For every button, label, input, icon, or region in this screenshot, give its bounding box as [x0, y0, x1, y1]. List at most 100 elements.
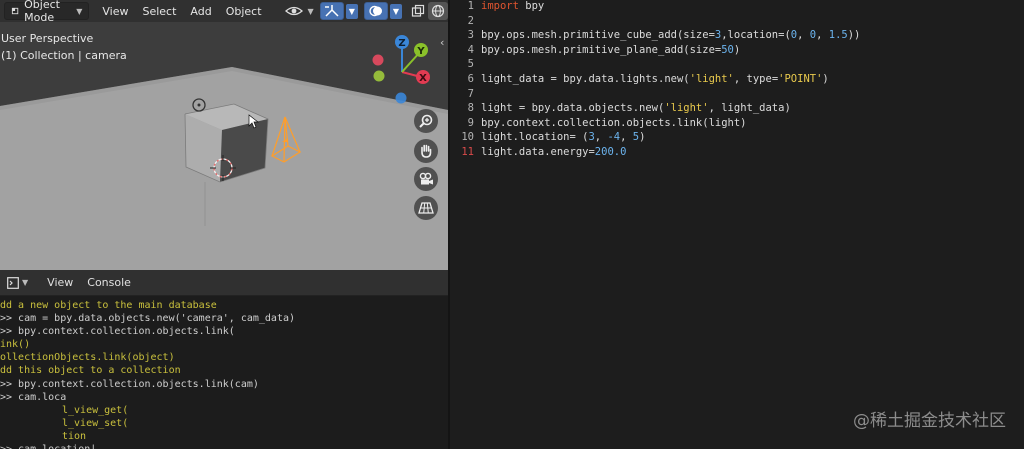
menu-add[interactable]: Add: [183, 5, 218, 18]
code-line[interactable]: 6 light_data = bpy.data.lights.new('light…: [450, 73, 1024, 87]
gizmo-y-label: Y: [416, 46, 425, 57]
console-line: >> bpy.context.collection.objects.link(c…: [0, 378, 259, 390]
code-token: ,location=(: [721, 29, 791, 42]
code-token: ,: [816, 29, 829, 42]
console-output[interactable]: dd a new object to the main database >> c…: [0, 296, 448, 449]
console-line: >> bpy.context.collection.objects.link(: [0, 326, 235, 338]
object-mode-icon: [11, 7, 19, 15]
line-number: 8: [467, 102, 474, 115]
code-token: import: [481, 0, 519, 12]
wireframe-shading-button[interactable]: [428, 2, 448, 20]
console-line: >> cam.loca: [0, 391, 67, 403]
code-token: bpy: [518, 0, 545, 12]
code-token: light_data = bpy.data.lights.new(: [481, 73, 690, 85]
hand-icon: [421, 144, 432, 158]
code-token: light.data.energy=: [481, 146, 595, 158]
code-line[interactable]: 8 light = bpy.data.objects.new('light', l…: [450, 102, 1024, 116]
overlay-toggle[interactable]: [363, 2, 388, 20]
menu-select[interactable]: Select: [135, 5, 183, 18]
gizmo-z-label: Z: [398, 38, 405, 49]
zoom-button[interactable]: [414, 109, 438, 133]
code-text: bpy.ops.mesh.primitive_plane_add(size=50…: [481, 44, 740, 56]
code-text: light_data = bpy.data.lights.new('light'…: [481, 73, 829, 85]
console-line: l_view_set(: [62, 417, 129, 429]
code-text: light.data.energy=200.0: [481, 146, 626, 158]
chevron-down-icon: ▼: [22, 278, 29, 287]
code-token: 200.0: [594, 146, 627, 158]
code-line[interactable]: 5: [450, 58, 1024, 72]
code-text: import bpy: [481, 0, 544, 12]
xray-toggle[interactable]: [408, 2, 428, 20]
chevron-down-icon: ▼: [307, 6, 314, 16]
overlay-icon: [369, 5, 382, 17]
console-menu-console[interactable]: Console: [87, 276, 131, 289]
viewport-header: Object Mode ▼ View Select Add Object ▼ ▼…: [0, 0, 448, 24]
menu-view[interactable]: View: [95, 5, 135, 18]
watermark: @稀土掘金技术社区: [853, 406, 1006, 431]
console-line: >> cam.location|: [0, 443, 448, 449]
code-line[interactable]: 3 bpy.ops.mesh.primitive_cube_add(size=3,…: [450, 29, 1024, 43]
code-line[interactable]: 9 bpy.context.collection.objects.link(lig…: [450, 117, 1024, 131]
code-text: bpy.context.collection.objects.link(ligh…: [481, 117, 747, 129]
python-console[interactable]: ▼ View Console dd a new object to the ma…: [0, 270, 448, 449]
active-object-label: (1) Collection | camera: [1, 49, 127, 62]
ortho-toggle-button[interactable]: [414, 196, 438, 220]
sidebar-toggle-icon[interactable]: ‹: [440, 36, 444, 49]
chevron-down-icon[interactable]: ▼: [389, 3, 402, 19]
code-token: light = bpy.data.objects.new(: [481, 102, 665, 115]
gizmo-toggle[interactable]: [319, 2, 344, 20]
line-number: 3: [467, 29, 474, 42]
pan-button[interactable]: [414, 139, 438, 163]
menu-object[interactable]: Object: [219, 5, 269, 18]
code-line[interactable]: 1 import bpy: [450, 0, 1024, 14]
line-number: 9: [467, 116, 474, 129]
line-number: 6: [467, 73, 474, 85]
visibility-toggle[interactable]: ▼: [283, 2, 316, 20]
chevron-down-icon[interactable]: ▼: [345, 3, 358, 19]
viewport-info: User Perspective (1) Collection | camera: [1, 30, 127, 64]
code-token: bpy.ops.mesh.primitive_cube_add(size=: [481, 29, 715, 42]
code-line[interactable]: 4 bpy.ops.mesh.primitive_plane_add(size=5…: [450, 44, 1024, 58]
code-token: , type=: [733, 73, 779, 85]
object-mode-label: Object Mode: [24, 0, 60, 24]
code-token: ): [733, 43, 741, 56]
console-menu-view[interactable]: View: [47, 276, 73, 289]
code-text: light = bpy.data.objects.new('light', li…: [481, 102, 791, 114]
watermark-text: @稀土掘金技术社区: [853, 411, 1006, 431]
line-number: 11: [461, 146, 474, 158]
code-text: bpy.ops.mesh.primitive_cube_add(size=3,l…: [481, 29, 860, 41]
grid-icon: [418, 202, 434, 214]
code-token: 'light': [664, 102, 709, 115]
code-token: -4: [607, 131, 621, 144]
wireframe-sphere-icon: [431, 4, 445, 18]
code-token: ): [822, 73, 829, 85]
console-line: dd this object to a collection: [0, 365, 181, 377]
line-number: 7: [467, 87, 474, 100]
text-editor[interactable]: 1 import bpy 2 3 bpy.ops.mesh.primitive_cube…: [450, 0, 1024, 449]
gizmo-neg-y[interactable]: [373, 70, 385, 82]
line-number: 1: [467, 0, 474, 12]
console-line: tion: [62, 430, 87, 442]
code-token: ,: [620, 131, 633, 144]
code-line[interactable]: 7: [450, 88, 1024, 102]
editor-type-dropdown[interactable]: ▼: [4, 275, 31, 291]
code-token: 50: [721, 43, 734, 56]
object-mode-dropdown[interactable]: Object Mode ▼: [4, 0, 90, 24]
code-line[interactable]: 10 light.location= (3, -4, 5): [450, 131, 1024, 145]
console-line: dd a new object to the main database: [0, 300, 217, 311]
camera-view-button[interactable]: [414, 167, 438, 191]
code-token: )): [847, 29, 861, 42]
view-perspective-label: User Perspective: [1, 32, 94, 45]
line-number: 4: [467, 43, 474, 56]
code-line[interactable]: 11 light.data.energy=200.0: [450, 146, 1024, 160]
console-line: >> cam = bpy.data.objects.new('camera', …: [0, 313, 296, 325]
zoom-icon: [419, 114, 433, 128]
code-token: ,: [594, 131, 608, 144]
code-line[interactable]: 2: [450, 15, 1024, 29]
3d-viewport[interactable]: Object Mode ▼ View Select Add Object ▼ ▼…: [0, 0, 448, 270]
console-header: ▼ View Console: [0, 270, 448, 296]
gizmo-neg-z[interactable]: [395, 92, 407, 104]
code-token: ): [639, 131, 646, 144]
navigation-gizmo[interactable]: Z Y X: [364, 32, 444, 106]
gizmo-neg-x[interactable]: [372, 54, 384, 66]
